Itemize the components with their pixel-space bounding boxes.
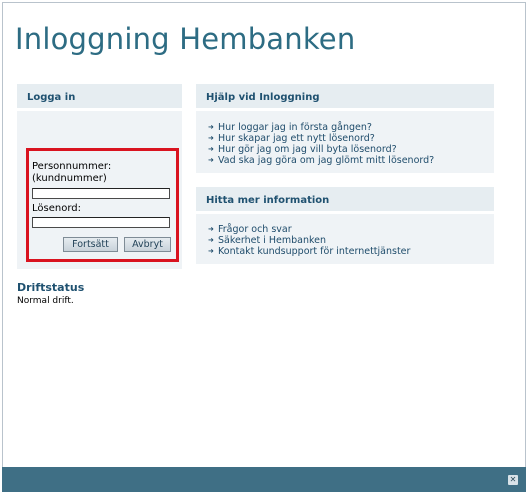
arrow-right-icon: ➜ xyxy=(208,145,214,153)
info-panel-heading: Hitta mer information xyxy=(196,187,494,211)
kundnummer-label: (kundnummer) xyxy=(32,173,107,184)
help-panel-heading: Hjälp vid Inloggning xyxy=(196,84,494,108)
personnummer-input[interactable] xyxy=(32,188,170,199)
arrow-right-icon: ➜ xyxy=(208,247,214,255)
cancel-button[interactable]: Avbryt xyxy=(124,237,171,252)
info-link-faq[interactable]: ➜ Frågor och svar xyxy=(208,224,410,235)
login-form: Personnummer: (kundnummer) Lösenord: For… xyxy=(26,148,179,262)
page-title: Inloggning Hembanken xyxy=(15,22,356,56)
help-link-new-password[interactable]: ➜ Hur skapar jag ett nytt lösenord? xyxy=(208,133,434,144)
arrow-right-icon: ➜ xyxy=(208,236,214,244)
status-text: Normal drift. xyxy=(17,296,74,306)
close-icon[interactable]: ✕ xyxy=(508,475,518,485)
info-link-security[interactable]: ➜ Säkerhet i Hembanken xyxy=(208,235,410,246)
window-footer: ✕ xyxy=(2,467,526,492)
password-label: Lösenord: xyxy=(32,203,81,214)
login-panel-heading: Logga in xyxy=(17,84,182,108)
info-link-support[interactable]: ➜ Kontakt kundsupport för internettjänste… xyxy=(208,246,410,257)
arrow-right-icon: ➜ xyxy=(208,156,214,164)
info-link-list: ➜ Frågor och svar ➜ Säkerhet i Hembanken ➜… xyxy=(208,224,410,257)
continue-button[interactable]: Fortsätt xyxy=(63,237,118,252)
help-panel-body: ➜ Hur loggar jag in första gången? ➜ Hur s… xyxy=(196,111,494,173)
arrow-right-icon: ➜ xyxy=(208,134,214,142)
info-panel-body: ➜ Frågor och svar ➜ Säkerhet i Hembanken ➜… xyxy=(196,214,494,264)
arrow-right-icon: ➜ xyxy=(208,225,214,233)
password-input[interactable] xyxy=(32,217,170,228)
help-link-first-login[interactable]: ➜ Hur loggar jag in första gången? xyxy=(208,122,434,133)
arrow-right-icon: ➜ xyxy=(208,123,214,131)
help-link-change-password[interactable]: ➜ Hur gör jag om jag vill byta lösenord? xyxy=(208,144,434,155)
personnummer-label: Personnummer: xyxy=(32,161,112,172)
help-link-forgot-password[interactable]: ➜ Vad ska jag göra om jag glömt mitt löse… xyxy=(208,155,434,166)
status-heading: Driftstatus xyxy=(17,281,85,294)
help-link-list: ➜ Hur loggar jag in första gången? ➜ Hur s… xyxy=(208,122,434,166)
